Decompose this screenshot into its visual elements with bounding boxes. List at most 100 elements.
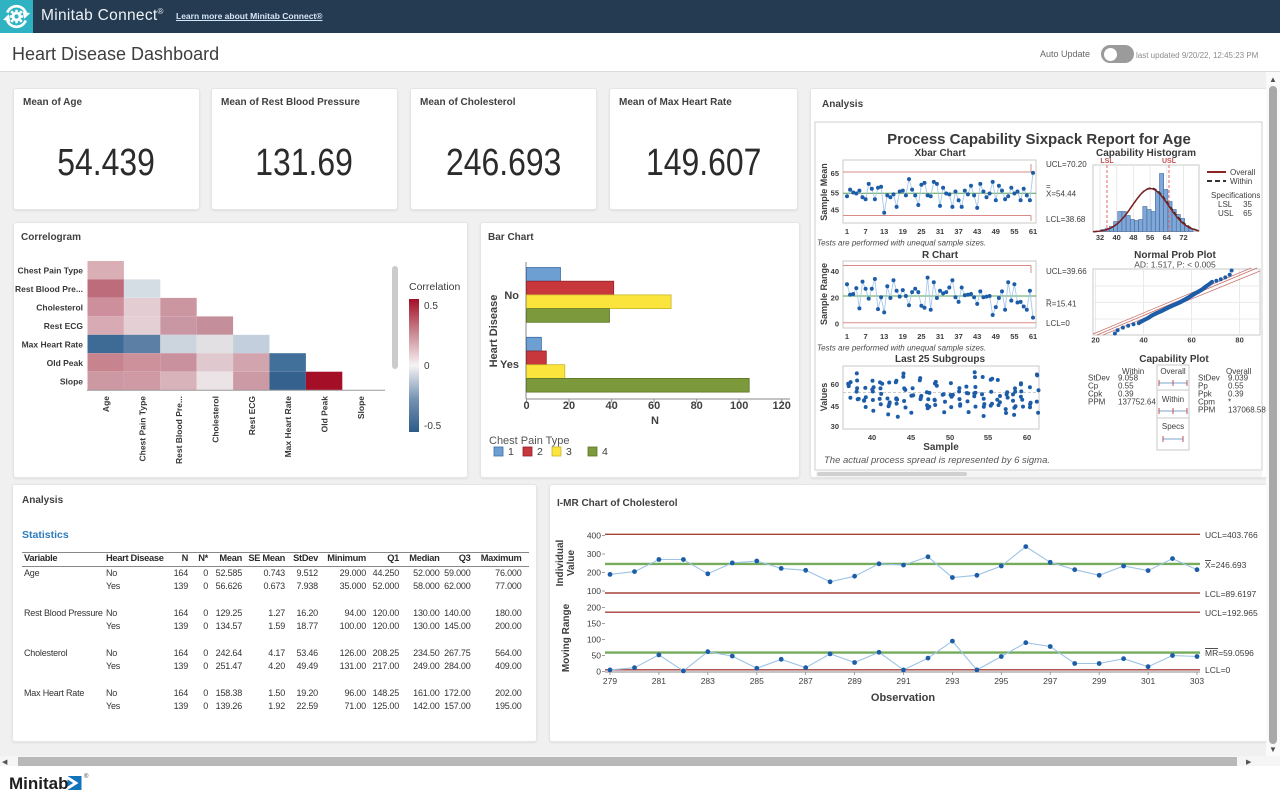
svg-text:X=54.44: X=54.44 <box>1046 190 1077 199</box>
svg-text:20: 20 <box>831 294 839 303</box>
svg-text:No: No <box>504 290 519 302</box>
svg-text:Cholesterol: Cholesterol <box>210 396 220 443</box>
svg-text:0: 0 <box>596 667 601 677</box>
svg-text:Max Heart Rate: Max Heart Rate <box>283 396 293 458</box>
svg-text:13: 13 <box>880 332 888 341</box>
svg-text:Old Peak: Old Peak <box>320 396 330 433</box>
svg-text:301: 301 <box>1141 676 1155 686</box>
svg-text:Max Heart Rate: Max Heart Rate <box>22 340 84 350</box>
svg-text:Individual: Individual <box>555 539 566 586</box>
svg-text:Correlogram: Correlogram <box>21 232 81 243</box>
svg-text:100: 100 <box>587 635 601 645</box>
svg-text:Specs: Specs <box>1162 422 1184 431</box>
svg-text:19: 19 <box>899 227 907 236</box>
svg-text:The actual process spread is r: The actual process spread is represented… <box>824 455 1050 466</box>
svg-text:303: 303 <box>1190 676 1204 686</box>
svg-text:120: 120 <box>773 400 791 412</box>
svg-text:150: 150 <box>587 619 601 629</box>
svg-text:Values: Values <box>819 383 829 412</box>
svg-text:Rest Blood Pre...: Rest Blood Pre... <box>174 396 184 464</box>
svg-text:43: 43 <box>973 227 981 236</box>
svg-text:0.5: 0.5 <box>424 301 438 312</box>
svg-text:UCL=70.20: UCL=70.20 <box>1046 160 1087 169</box>
svg-text:56: 56 <box>1146 233 1154 242</box>
svg-text:R Chart: R Chart <box>922 250 959 261</box>
svg-text:60: 60 <box>1023 433 1031 442</box>
svg-text:Chest Pain Type: Chest Pain Type <box>138 396 148 462</box>
svg-text:285: 285 <box>750 676 764 686</box>
svg-text:137752.64: 137752.64 <box>1118 398 1156 407</box>
svg-text:55: 55 <box>1010 227 1018 236</box>
svg-text:Value: Value <box>566 550 577 577</box>
svg-text:PPM: PPM <box>1198 406 1216 415</box>
svg-text:25: 25 <box>917 227 925 236</box>
svg-text:Within: Within <box>1230 177 1252 186</box>
svg-text:40: 40 <box>1139 336 1147 345</box>
svg-text:37: 37 <box>954 227 962 236</box>
svg-text:MR=59.0596: MR=59.0596 <box>1205 648 1254 658</box>
svg-text:AD: 1.517, P: < 0.005: AD: 1.517, P: < 0.005 <box>1134 260 1216 270</box>
svg-text:281: 281 <box>652 676 666 686</box>
svg-text:40: 40 <box>831 267 839 276</box>
svg-text:Tests are performed with unequ: Tests are performed with unequal sample … <box>817 239 986 248</box>
svg-text:Within: Within <box>1162 395 1184 404</box>
svg-text:19: 19 <box>899 332 907 341</box>
svg-text:55: 55 <box>1010 332 1018 341</box>
svg-text:31: 31 <box>936 227 944 236</box>
svg-text:55: 55 <box>984 433 992 442</box>
svg-text:-0.5: -0.5 <box>424 421 442 432</box>
svg-text:40: 40 <box>605 400 617 412</box>
svg-text:Moving Range: Moving Range <box>561 603 572 672</box>
svg-text:0: 0 <box>835 320 839 329</box>
svg-text:Yes: Yes <box>500 359 519 371</box>
svg-text:49: 49 <box>992 227 1000 236</box>
svg-text:25: 25 <box>917 332 925 341</box>
svg-text:Xbar Chart: Xbar Chart <box>914 148 966 159</box>
svg-text:32: 32 <box>1096 233 1104 242</box>
svg-text:Process Capability Sixpack Rep: Process Capability Sixpack Report for Ag… <box>887 131 1191 148</box>
svg-text:1: 1 <box>845 227 849 236</box>
svg-text:Sample Mean: Sample Mean <box>819 163 829 221</box>
svg-text:Capability Plot: Capability Plot <box>1139 354 1209 365</box>
svg-text:30: 30 <box>831 422 839 431</box>
svg-text:Age: Age <box>101 396 111 412</box>
svg-text:279: 279 <box>603 676 617 686</box>
svg-text:LCL=0: LCL=0 <box>1205 665 1231 675</box>
svg-text:Rest ECG: Rest ECG <box>247 396 257 436</box>
svg-text:20: 20 <box>1091 336 1099 345</box>
svg-text:100: 100 <box>587 586 601 596</box>
svg-text:Correlation: Correlation <box>409 281 461 293</box>
svg-text:45: 45 <box>831 402 839 411</box>
svg-text:55: 55 <box>831 189 839 198</box>
svg-text:LCL=0: LCL=0 <box>1046 319 1070 328</box>
svg-text:Slope: Slope <box>60 376 83 386</box>
svg-text:LSL: LSL <box>1100 158 1114 165</box>
svg-text:43: 43 <box>973 332 981 341</box>
svg-text:61: 61 <box>1029 227 1037 236</box>
svg-text:Analysis: Analysis <box>822 99 864 110</box>
svg-text:Sample: Sample <box>923 442 959 453</box>
svg-text:60: 60 <box>1187 336 1195 345</box>
svg-text:45: 45 <box>907 433 915 442</box>
svg-text:48: 48 <box>1129 233 1137 242</box>
svg-text:0: 0 <box>523 400 529 412</box>
svg-text:Rest Blood Pre...: Rest Blood Pre... <box>15 284 83 294</box>
svg-text:Old Peak: Old Peak <box>47 358 84 368</box>
svg-text:293: 293 <box>945 676 959 686</box>
svg-text:UCL=403.766: UCL=403.766 <box>1205 530 1258 540</box>
svg-text:Tests are performed with unequ: Tests are performed with unequal sample … <box>817 344 986 353</box>
svg-text:20: 20 <box>563 400 575 412</box>
svg-text:USL: USL <box>1218 209 1234 218</box>
svg-text:0: 0 <box>424 361 430 372</box>
svg-text:4: 4 <box>602 446 608 458</box>
svg-text:I-MR Chart of Cholesterol: I-MR Chart of Cholesterol <box>557 498 678 509</box>
svg-text:37: 37 <box>954 332 962 341</box>
svg-text:Overall: Overall <box>1230 168 1256 177</box>
svg-text:PPM: PPM <box>1088 398 1106 407</box>
svg-text:283: 283 <box>701 676 715 686</box>
svg-text:13: 13 <box>880 227 888 236</box>
svg-text:289: 289 <box>848 676 862 686</box>
svg-text:295: 295 <box>994 676 1008 686</box>
svg-text:Bar Chart: Bar Chart <box>488 232 534 243</box>
svg-text:1: 1 <box>508 446 514 458</box>
